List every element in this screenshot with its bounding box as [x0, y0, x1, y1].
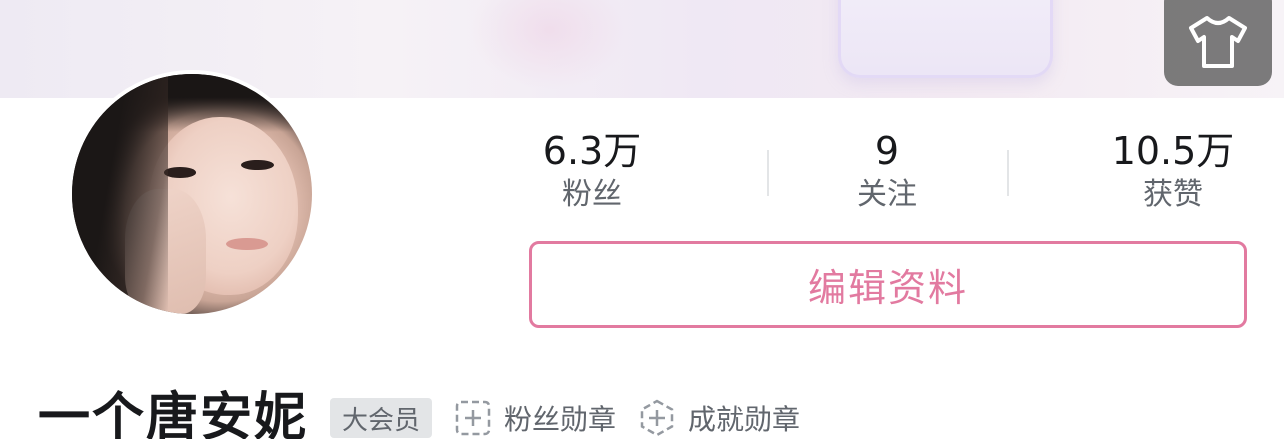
following-count: 9: [874, 129, 900, 173]
banner-decoration: [838, 0, 1053, 78]
stat-divider: [767, 150, 769, 196]
following-label: 关注: [857, 177, 917, 212]
username: 一个唐安妮: [38, 388, 309, 439]
stat-divider: [1007, 150, 1009, 196]
following-stat[interactable]: 9 关注: [777, 128, 997, 214]
avatar[interactable]: [68, 70, 316, 318]
square-plus-dashed-icon: [455, 400, 491, 436]
fan-medal[interactable]: 粉丝勋章: [454, 398, 616, 438]
likes-count: 10.5万: [1111, 129, 1235, 173]
achievement-medal[interactable]: 成就勋章: [638, 398, 800, 438]
change-skin-button[interactable]: [1164, 0, 1272, 86]
banner-decoration: [470, 0, 630, 90]
t-shirt-icon: [1189, 16, 1247, 68]
vip-badge[interactable]: 大会员: [330, 398, 433, 438]
avatar-photo: [72, 74, 312, 314]
followers-label: 粉丝: [562, 177, 622, 212]
hexagon-plus-dashed-icon: [640, 399, 674, 437]
edit-profile-button[interactable]: 编辑资料: [529, 241, 1247, 328]
likes-stat[interactable]: 10.5万 获赞: [1063, 128, 1283, 214]
fan-medal-label: 粉丝勋章: [504, 403, 617, 436]
likes-label: 获赞: [1143, 177, 1203, 212]
name-row: 一个唐安妮 大会员 粉丝勋章 成就勋章: [38, 388, 800, 439]
followers-stat[interactable]: 6.3万 粉丝: [482, 128, 702, 214]
followers-count: 6.3万: [542, 129, 642, 173]
achievement-medal-label: 成就勋章: [688, 403, 801, 436]
